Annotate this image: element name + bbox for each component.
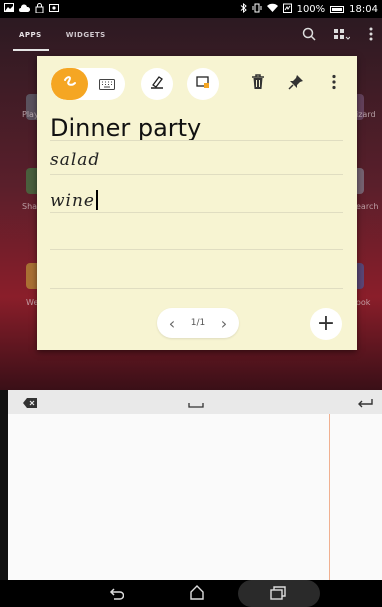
handwritten-line[interactable]: salad: [50, 150, 100, 170]
vibrate-icon: [252, 3, 262, 16]
trash-icon: [251, 74, 265, 94]
clock: 18:04: [349, 3, 378, 15]
battery-saver-icon: [282, 3, 292, 16]
keyboard-mode-button[interactable]: [88, 68, 125, 100]
page-indicator: 1/1: [190, 318, 206, 328]
handwriting-keyboard: [8, 390, 382, 580]
handwritten-text: wine: [50, 191, 95, 211]
handwritten-text: salad: [50, 150, 101, 170]
frame-icon: [195, 74, 211, 94]
cloud-notification-icon: [19, 3, 31, 15]
add-page-button[interactable]: +: [310, 308, 342, 340]
chevron-left-icon[interactable]: ‹: [163, 314, 181, 333]
tab-indicator: [13, 49, 49, 51]
handwriting-mode-button[interactable]: [51, 68, 88, 100]
status-system: 100% 18:04: [240, 2, 378, 16]
back-icon: [108, 585, 125, 604]
keyboard-toolbar: [8, 390, 382, 414]
screen-edge: [0, 390, 8, 580]
space-key[interactable]: [186, 394, 206, 410]
note-title[interactable]: Dinner party: [50, 114, 201, 142]
ruled-line: [50, 140, 343, 141]
page-navigator: ‹ 1/1 ›: [157, 308, 239, 338]
delete-button[interactable]: [245, 70, 271, 98]
enter-key[interactable]: [356, 394, 374, 410]
pen-button[interactable]: [141, 68, 173, 100]
navigation-bar: [0, 580, 382, 607]
home-button[interactable]: [186, 584, 208, 604]
text-cursor: [96, 190, 98, 210]
more-vertical-icon: [331, 74, 337, 94]
wifi-icon: [266, 3, 278, 15]
back-button[interactable]: [106, 584, 126, 604]
backspace-icon: [23, 393, 37, 412]
status-bar: 100% 18:04: [0, 0, 382, 18]
squiggle-icon: [62, 74, 78, 94]
insert-image-button[interactable]: [187, 68, 219, 100]
plus-icon: +: [316, 311, 336, 336]
pin-icon: [288, 74, 304, 94]
space-icon: [188, 393, 204, 412]
lock-notification-icon: [35, 2, 44, 16]
ruled-line: [50, 249, 343, 250]
menu-icon[interactable]: [368, 26, 374, 45]
writing-area-divider: [329, 414, 330, 580]
more-options-button[interactable]: [321, 70, 347, 98]
recents-icon: [270, 585, 286, 604]
ruled-line: [50, 174, 343, 175]
ruled-line: [50, 212, 343, 213]
tab-apps[interactable]: APPS: [19, 31, 42, 39]
bluetooth-icon: [240, 2, 247, 16]
sort-icon[interactable]: [334, 26, 351, 45]
battery-icon: [330, 5, 345, 13]
background-app-label: izard: [356, 110, 376, 119]
chevron-right-icon[interactable]: ›: [215, 314, 233, 333]
tab-widgets[interactable]: WIDGETS: [66, 31, 106, 39]
pin-button[interactable]: [283, 70, 309, 98]
status-notifications: [4, 2, 59, 16]
background-app-label: earch: [356, 202, 379, 211]
recents-button[interactable]: [268, 584, 288, 604]
handwritten-line[interactable]: wine: [50, 190, 98, 211]
search-icon[interactable]: [302, 26, 316, 45]
background-app-label: ook: [356, 298, 371, 307]
drawer-actions: [302, 26, 374, 45]
note-card: Dinner party salad wine ‹ 1/1 › +: [37, 56, 357, 350]
background-app-label: Sha: [22, 202, 38, 211]
battery-percent: 100%: [296, 3, 326, 15]
pen-icon: [149, 74, 165, 94]
image-notification-icon: [49, 3, 59, 15]
keyboard-icon: [98, 75, 115, 94]
home-icon: [189, 584, 205, 604]
ruled-line: [50, 288, 343, 289]
gallery-notification-icon: [4, 3, 14, 15]
enter-icon: [357, 393, 373, 412]
input-mode-toggle: [51, 68, 125, 100]
backspace-key[interactable]: [22, 394, 38, 410]
handwriting-canvas[interactable]: [8, 414, 382, 580]
note-toolbar: [37, 56, 357, 110]
